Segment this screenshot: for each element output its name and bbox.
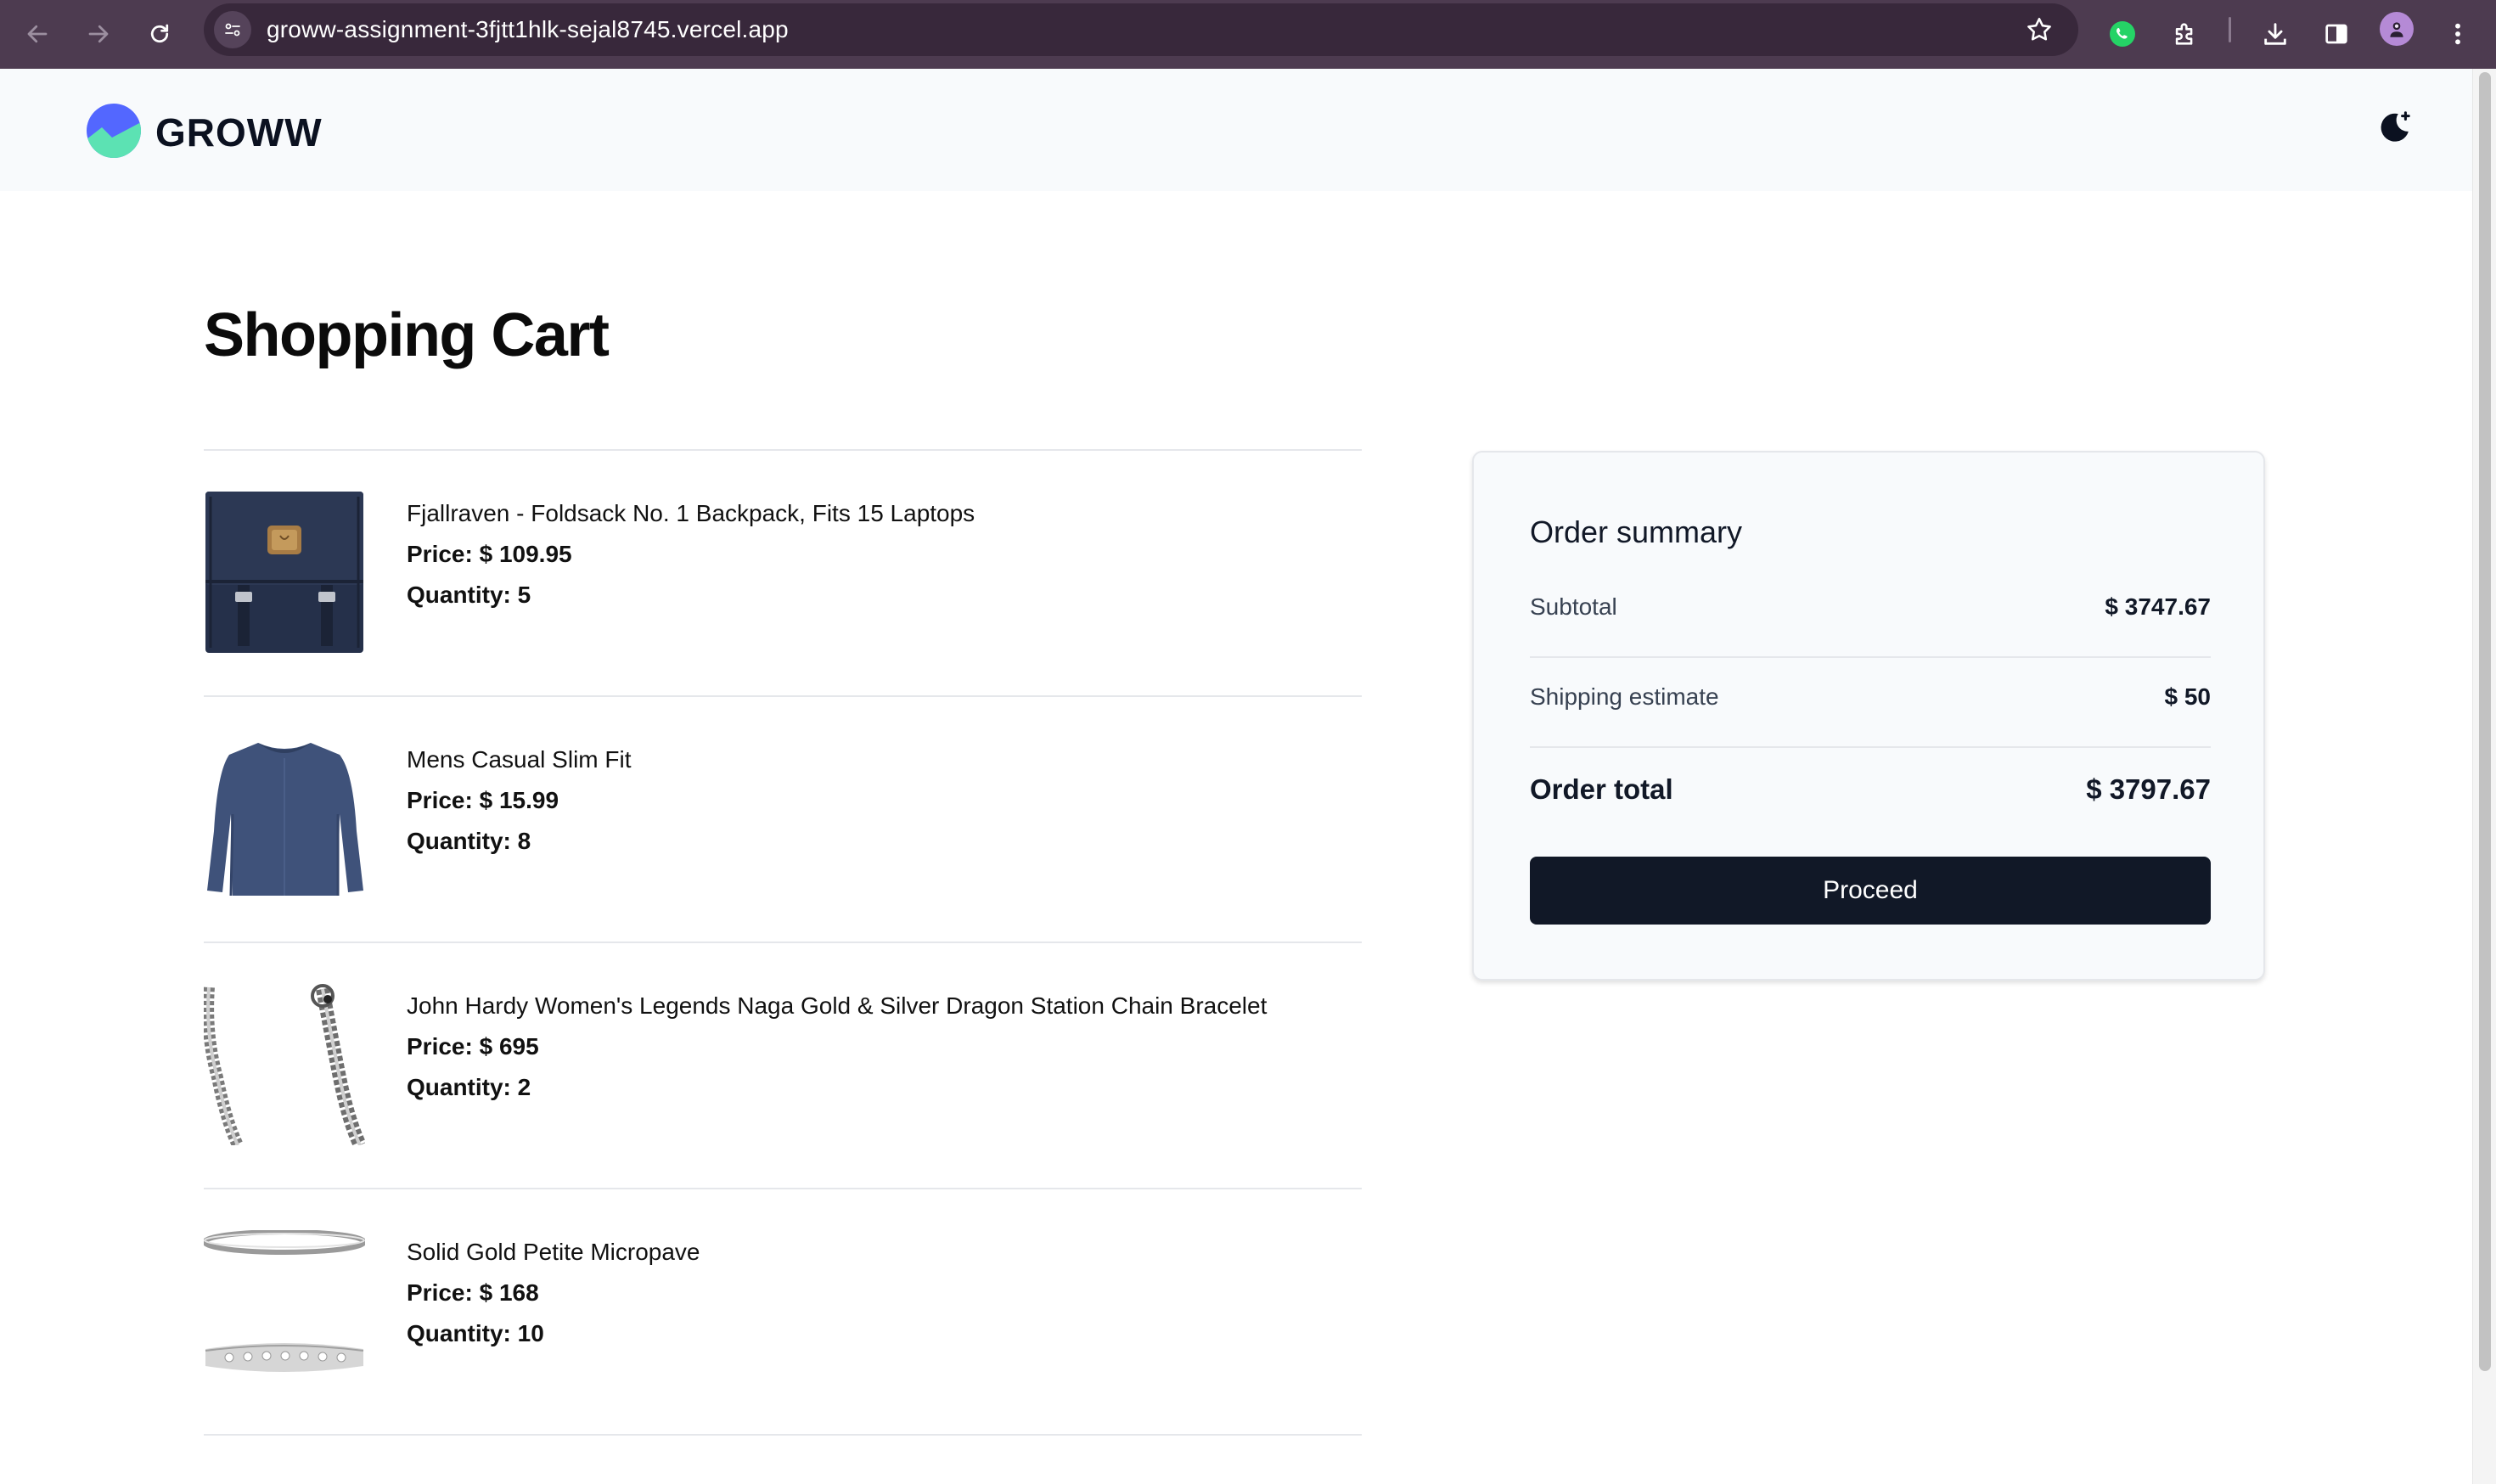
scrollbar-thumb[interactable] bbox=[2479, 72, 2491, 1371]
bookmark-star-icon[interactable] bbox=[2024, 14, 2055, 45]
item-title: Solid Gold Petite Micropave bbox=[407, 1239, 700, 1265]
site-info-icon[interactable] bbox=[214, 11, 251, 48]
side-panel-icon[interactable] bbox=[2314, 12, 2358, 56]
cart-item-details: Solid Gold Petite Micropave Price: $ 168… bbox=[407, 1232, 700, 1354]
order-summary-card: Order summary Subtotal $ 3747.67 Shippin… bbox=[1472, 451, 2265, 981]
moon-star-icon[interactable] bbox=[2370, 104, 2418, 152]
subtotal-value: $ 3747.67 bbox=[2105, 593, 2211, 620]
page-scrollbar[interactable] bbox=[2472, 69, 2496, 1484]
groww-logo-icon[interactable] bbox=[87, 104, 141, 158]
ring-image bbox=[202, 1229, 367, 1391]
item-quantity: Quantity: 8 bbox=[407, 828, 531, 854]
bracelet-image bbox=[202, 984, 367, 1149]
backpack-image bbox=[204, 492, 365, 653]
item-title: Fjallraven - Foldsack No. 1 Backpack, Fi… bbox=[407, 500, 975, 526]
subtotal-row: Subtotal $ 3747.67 bbox=[1530, 593, 2211, 621]
app-header: GROWW bbox=[0, 69, 2472, 191]
summary-divider bbox=[1530, 746, 2211, 748]
item-quantity: Quantity: 2 bbox=[407, 1074, 531, 1100]
shipping-value: $ 50 bbox=[2164, 683, 2212, 710]
url-text[interactable]: groww-assignment-3fjtt1hlk-sejal8745.ver… bbox=[267, 3, 789, 56]
cart-item-list: Fjallraven - Foldsack No. 1 Backpack, Fi… bbox=[202, 449, 1362, 1436]
order-summary-title: Order summary bbox=[1530, 514, 1743, 549]
cart-item: Mens Casual Slim Fit Price: $ 15.99 Quan… bbox=[204, 697, 1362, 943]
summary-divider bbox=[1530, 656, 2211, 658]
whatsapp-icon[interactable] bbox=[2100, 12, 2145, 56]
cart-item: John Hardy Women's Legends Naga Gold & S… bbox=[202, 943, 1362, 1189]
order-total-row: Order total $ 3797.67 bbox=[1530, 773, 2211, 806]
subtotal-label: Subtotal bbox=[1530, 593, 1617, 620]
cart-item: Fjallraven - Foldsack No. 1 Backpack, Fi… bbox=[204, 451, 1362, 697]
cart-item: Solid Gold Petite Micropave Price: $ 168… bbox=[202, 1189, 1362, 1436]
download-icon[interactable] bbox=[2253, 12, 2297, 56]
item-title: Mens Casual Slim Fit bbox=[407, 746, 632, 773]
order-total-label: Order total bbox=[1530, 773, 1673, 805]
more-menu-icon[interactable] bbox=[2437, 12, 2479, 56]
extensions-icon[interactable] bbox=[2163, 12, 2207, 56]
item-price: Price: $ 695 bbox=[407, 1033, 539, 1060]
item-price: Price: $ 109.95 bbox=[407, 541, 572, 567]
shipping-row: Shipping estimate $ 50 bbox=[1530, 683, 2211, 711]
reload-icon[interactable] bbox=[138, 12, 182, 56]
cart-item-details: Mens Casual Slim Fit Price: $ 15.99 Quan… bbox=[407, 739, 632, 862]
toolbar-divider bbox=[2229, 17, 2231, 42]
cart-item-details: Fjallraven - Foldsack No. 1 Backpack, Fi… bbox=[407, 493, 975, 616]
item-price: Price: $ 15.99 bbox=[407, 787, 559, 813]
shipping-label: Shipping estimate bbox=[1530, 683, 1719, 710]
brand-name[interactable]: GROWW bbox=[155, 106, 323, 159]
browser-toolbar: groww-assignment-3fjtt1hlk-sejal8745.ver… bbox=[0, 0, 2496, 69]
forward-arrow-icon[interactable] bbox=[76, 12, 121, 56]
item-title: John Hardy Women's Legends Naga Gold & S… bbox=[407, 992, 1268, 1019]
profile-avatar-icon[interactable] bbox=[2380, 12, 2414, 46]
back-arrow-icon[interactable] bbox=[15, 12, 59, 56]
item-price: Price: $ 168 bbox=[407, 1279, 539, 1306]
item-quantity: Quantity: 5 bbox=[407, 582, 531, 608]
shirt-image bbox=[204, 738, 365, 899]
page-title: Shopping Cart bbox=[204, 301, 610, 369]
cart-item-details: John Hardy Women's Legends Naga Gold & S… bbox=[407, 986, 1267, 1108]
order-total-value: $ 3797.67 bbox=[2086, 773, 2211, 805]
address-bar[interactable]: groww-assignment-3fjtt1hlk-sejal8745.ver… bbox=[204, 3, 2078, 56]
proceed-button[interactable]: Proceed bbox=[1530, 857, 2211, 925]
item-quantity: Quantity: 10 bbox=[407, 1320, 544, 1346]
